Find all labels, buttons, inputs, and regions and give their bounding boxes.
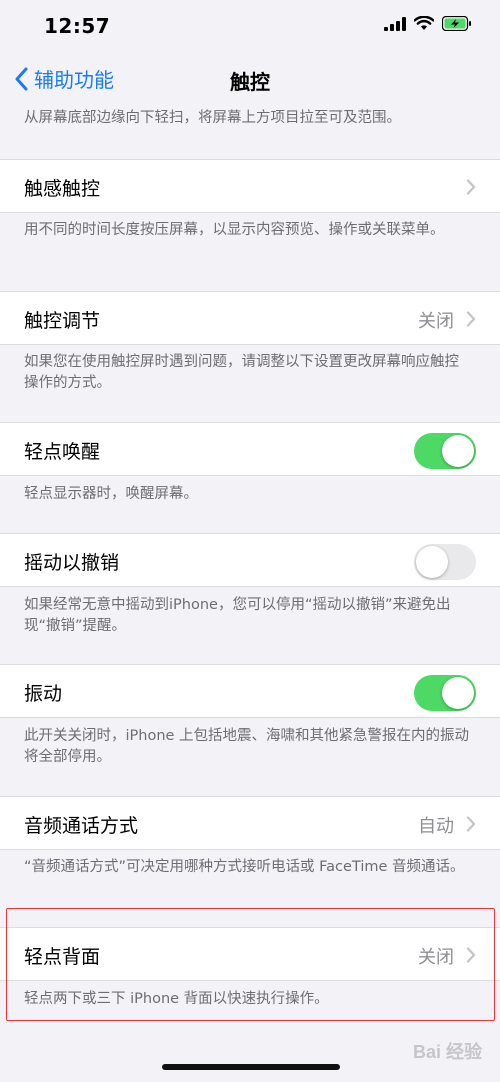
toggle-knob	[442, 435, 474, 467]
status-bar: 12:57	[0, 0, 500, 54]
shake-to-undo-toggle[interactable]	[414, 544, 476, 580]
chevron-right-icon	[466, 816, 476, 832]
highlight-box	[6, 908, 495, 1021]
page-title: 触控	[230, 70, 270, 94]
toggle-knob	[442, 677, 474, 709]
call-audio-routing-footnote: “音频通话方式”可决定用哪种方式接听电话或 FaceTime 音频通话。	[24, 859, 465, 875]
haptic-touch-row[interactable]: 触感触控	[0, 159, 500, 213]
row-label: 摇动以撤销	[24, 552, 120, 574]
toggle-knob	[416, 546, 448, 578]
chevron-right-icon	[466, 311, 476, 327]
tap-to-wake-row: 轻点唤醒	[0, 422, 500, 476]
watermark-logo: Bai 经验	[412, 1042, 482, 1062]
vibration-toggle[interactable]	[414, 675, 476, 711]
home-indicator[interactable]	[162, 1064, 340, 1070]
row-label: 振动	[24, 683, 63, 705]
row-label: 触控调节	[24, 310, 101, 332]
touch-accommodations-footnote: 如果您在使用触控屏时遇到问题，请调整以下设置更改屏幕响应触控操作的方式。	[24, 354, 459, 391]
vibration-row: 振动	[0, 664, 500, 718]
row-label: 触感触控	[24, 178, 101, 200]
haptic-touch-footnote: 用不同的时间长度按压屏幕，以显示内容预览、操作或关联菜单。	[24, 222, 445, 238]
call-audio-routing-row[interactable]: 音频通话方式 自动	[0, 796, 500, 850]
row-value: 关闭	[418, 311, 454, 332]
chevron-right-icon	[466, 179, 476, 195]
tap-to-wake-footnote: 轻点显示器时，唤醒屏幕。	[24, 486, 198, 502]
status-icons	[384, 16, 472, 31]
row-label: 轻点唤醒	[24, 441, 101, 463]
vibration-footnote: 此开关关闭时，iPhone 上包括地震、海啸和其他紧急警报在内的振动将全部停用。	[24, 728, 470, 765]
shake-to-undo-footnote: 如果经常无意中摇动到iPhone，您可以停用“摇动以撤销”来避免出现“撤销”提醒…	[24, 597, 451, 634]
row-value: 自动	[418, 816, 454, 837]
touch-accommodations-row[interactable]: 触控调节 关闭	[0, 291, 500, 345]
cellular-signal-icon	[384, 16, 406, 31]
wifi-icon	[414, 16, 434, 30]
navigation-bar: 辅助功能 触控	[0, 54, 500, 104]
row-label: 音频通话方式	[24, 815, 139, 837]
shake-to-undo-row: 摇动以撤销	[0, 533, 500, 587]
status-time: 12:57	[44, 14, 111, 38]
tap-to-wake-toggle[interactable]	[414, 433, 476, 469]
battery-charging-icon	[442, 16, 471, 31]
top-footnote: 从屏幕底部边缘向下轻扫，将屏幕上方项目拉至可及范围。	[24, 110, 401, 126]
